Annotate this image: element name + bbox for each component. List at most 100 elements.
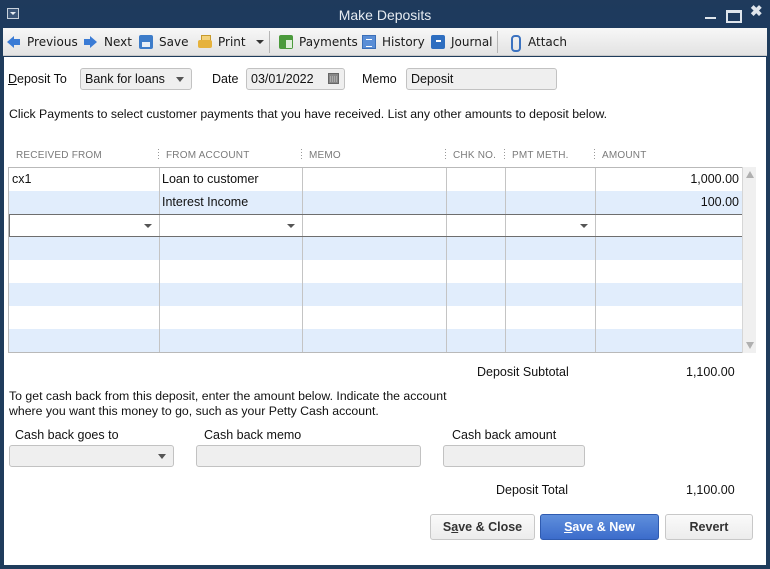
save-and-new-button[interactable]: Save & New [540,514,659,540]
title-bar: Make Deposits ✖ [0,0,770,28]
column-resize-handle[interactable] [445,149,446,161]
calendar-icon[interactable] [328,73,339,84]
pmt-meth-cell[interactable] [505,168,595,191]
attach-label: Attach [528,35,567,49]
amount-cell[interactable]: 100.00 [595,191,742,214]
next-button[interactable]: Next [84,33,132,51]
revert-button[interactable]: Revert [665,514,753,540]
make-deposits-window: Make Deposits ✖ Previous Next Save Print… [0,0,770,569]
pmt-meth-dropdown-icon[interactable] [580,224,588,228]
previous-button[interactable]: Previous [7,33,78,51]
from-account-cell[interactable]: Loan to customer [159,168,302,191]
scroll-up-icon[interactable] [746,171,754,178]
column-divider [446,215,447,236]
memo-label: Memo [362,72,397,86]
empty-row[interactable] [9,329,742,352]
from-account-cell[interactable]: Interest Income [159,191,302,214]
history-label: History [382,35,425,49]
journal-icon [431,35,445,49]
date-label: Date [212,72,239,86]
received-from-cell[interactable] [9,191,159,214]
memo-field[interactable]: Deposit [406,68,557,90]
arrow-left-icon [7,35,21,49]
column-divider [159,168,160,352]
printer-icon [198,35,212,49]
grid-scrollbar[interactable] [742,167,756,353]
column-header-memo[interactable]: MEMO [309,150,341,161]
empty-row[interactable] [9,283,742,306]
cash-back-amount-label: Cash back amount [452,428,557,442]
column-divider [505,215,506,236]
maximize-button[interactable] [725,6,742,23]
deposit-to-value: Bank for loans [85,72,165,86]
history-button[interactable]: History [362,33,425,51]
column-resize-handle[interactable] [504,149,505,161]
column-header-chk-no[interactable]: CHK NO. [453,150,496,161]
memo-cell[interactable] [302,168,446,191]
save-button[interactable]: Save [139,33,188,51]
deposit-form: Deposit To Bank for loans Date 03/01/202… [4,57,766,565]
received-from-dropdown-icon[interactable] [144,224,152,228]
table-row[interactable]: cx1 Loan to customer 1,000.00 [9,168,742,191]
column-resize-handle[interactable] [158,149,159,161]
column-header-amount[interactable]: AMOUNT [602,150,647,161]
column-header-from-account[interactable]: FROM ACCOUNT [166,150,250,161]
empty-row[interactable] [9,260,742,283]
deposit-to-label: Deposit To [8,72,67,86]
chk-no-cell[interactable] [446,168,505,191]
journal-label: Journal [451,35,493,49]
cash-back-instructions-line2: where you want this money to go, such as… [9,404,379,418]
payments-icon [279,35,293,49]
empty-row[interactable] [9,237,742,260]
close-button[interactable]: ✖ [750,4,766,19]
column-divider [446,168,447,352]
column-header-received-from[interactable]: RECEIVED FROM [16,150,102,161]
chk-no-cell[interactable] [446,191,505,214]
payments-button[interactable]: Payments [279,33,358,51]
cash-back-memo-field[interactable] [196,445,421,467]
cash-back-goes-to-label: Cash back goes to [15,428,119,442]
column-divider [302,215,303,236]
minimize-button[interactable] [703,6,719,20]
cash-back-instructions-line1: To get cash back from this deposit, ente… [9,389,447,403]
paperclip-icon [508,35,522,52]
empty-row[interactable] [9,306,742,329]
memo-value: Deposit [411,72,454,86]
floppy-disk-icon [139,35,153,49]
next-label: Next [104,35,132,49]
deposit-to-select[interactable]: Bank for loans [80,68,192,90]
payments-label: Payments [299,35,358,49]
deposit-total-label: Deposit Total [496,483,569,497]
attach-button[interactable]: Attach [508,33,567,52]
deposit-lines-grid: cx1 Loan to customer 1,000.00 Interest I… [8,167,742,353]
column-header-pmt-meth[interactable]: PMT METH. [512,150,569,161]
active-edit-row[interactable] [9,214,742,237]
cash-back-goes-to-select[interactable] [9,445,174,467]
cash-back-amount-field[interactable] [443,445,585,467]
column-divider [159,215,160,236]
date-field[interactable]: 03/01/2022 [246,68,345,90]
deposit-total-value: 1,100.00 [686,483,735,497]
date-value: 03/01/2022 [251,72,314,86]
toolbar-separator [497,31,498,53]
scroll-down-icon[interactable] [746,342,754,349]
table-row[interactable]: Interest Income 100.00 [9,191,742,214]
column-resize-handle[interactable] [301,149,302,161]
save-and-close-button[interactable]: Save & Close [430,514,535,540]
pmt-meth-cell[interactable] [505,191,595,214]
column-divider [595,215,596,236]
received-from-cell[interactable]: cx1 [9,168,159,191]
amount-cell[interactable]: 1,000.00 [595,168,742,191]
chevron-down-icon [176,77,184,82]
column-divider [505,168,506,352]
print-label: Print [218,35,246,49]
print-button[interactable]: Print [198,33,246,51]
print-dropdown-arrow[interactable] [256,40,264,44]
column-divider [595,168,596,352]
from-account-dropdown-icon[interactable] [287,224,295,228]
chevron-down-icon [158,454,166,459]
instructions-text: Click Payments to select customer paymen… [9,107,608,121]
journal-button[interactable]: Journal [431,33,493,51]
memo-cell[interactable] [302,191,446,214]
column-resize-handle[interactable] [594,149,595,161]
